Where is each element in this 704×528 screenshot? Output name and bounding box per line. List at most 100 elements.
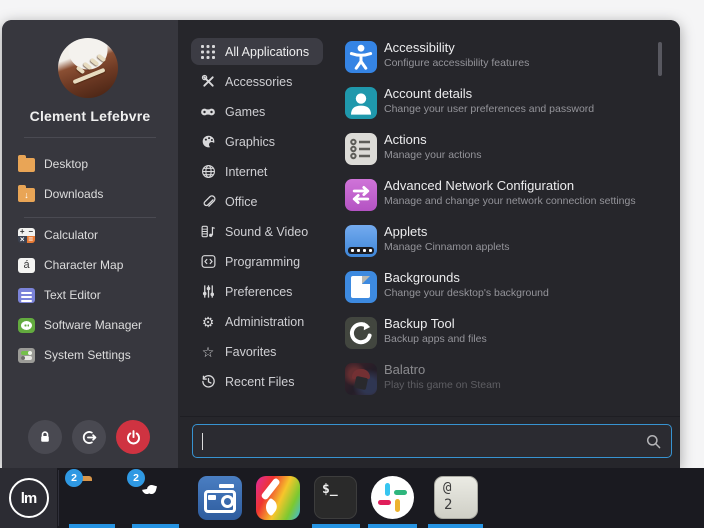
search-input[interactable] [192, 424, 672, 458]
category-label: Graphics [225, 135, 275, 149]
files-running-indicator [69, 524, 115, 528]
files-badge: 2 [65, 469, 83, 487]
category-label: Internet [225, 165, 267, 179]
app-list-scrollbar[interactable] [658, 42, 662, 76]
user-avatar[interactable] [58, 38, 118, 98]
text-caret [202, 433, 203, 450]
app-subtitle: Configure accessibility features [384, 57, 529, 69]
category-administration[interactable]: ⚙ Administration [191, 308, 323, 335]
category-label: Office [225, 195, 257, 209]
lock-screen-button[interactable] [28, 420, 62, 454]
slack-running-indicator [368, 524, 417, 528]
star-icon: ☆ [200, 344, 216, 360]
accessibility-icon [345, 41, 377, 73]
code-icon [200, 254, 216, 270]
backgrounds-icon [345, 271, 377, 303]
category-label: Recent Files [225, 375, 294, 389]
category-graphics[interactable]: Graphics [191, 128, 323, 155]
app-row-applets[interactable]: Applets Manage Cinnamon applets [338, 220, 658, 262]
app-subtitle: Change your desktop's background [384, 287, 549, 299]
sidebar-item-desktop[interactable]: Desktop [18, 154, 88, 174]
sidebar-item-character-map[interactable]: á Character Map [18, 255, 123, 275]
taskbar-item-characters[interactable]: @ 2 [434, 476, 478, 519]
app-title: Balatro [384, 362, 425, 377]
category-office[interactable]: Office [191, 188, 323, 215]
calculator-icon: +−×= [18, 227, 35, 244]
app-row-balatro[interactable]: Balatro Play this game on Steam [338, 358, 658, 400]
app-subtitle: Manage your actions [384, 149, 481, 161]
taskbar-item-slack[interactable] [371, 476, 414, 519]
firefox-running-indicator [132, 524, 179, 528]
mint-logo-icon: lm [9, 478, 49, 518]
app-row-advanced-network-configuration[interactable]: Advanced Network Configuration Manage an… [338, 174, 658, 216]
category-programming[interactable]: Programming [191, 248, 323, 275]
account-icon [345, 87, 377, 119]
sidebar-item-calculator[interactable]: +−×= Calculator [18, 225, 98, 245]
at-glyph: @ [443, 480, 451, 496]
grid-icon [200, 44, 216, 60]
sidebar-item-label: Text Editor [44, 288, 101, 302]
taskbar-separator [58, 470, 59, 526]
logout-icon [81, 429, 98, 446]
category-internet[interactable]: Internet [191, 158, 323, 185]
category-games[interactable]: Games [191, 98, 323, 125]
sidebar-item-downloads[interactable]: ↓ Downloads [18, 184, 103, 204]
film-note-icon [200, 224, 216, 240]
terminal-prompt: $_ [322, 482, 338, 497]
count-glyph: 2 [444, 497, 452, 513]
user-name: Clement Lefebvre [2, 108, 178, 124]
app-title: Actions [384, 132, 427, 147]
app-row-accessibility[interactable]: Accessibility Configure accessibility fe… [338, 36, 658, 78]
text-editor-icon [18, 287, 35, 304]
palette-icon [200, 134, 216, 150]
category-sound-video[interactable]: Sound & Video [191, 218, 323, 245]
sidebar-item-label: Desktop [44, 157, 88, 171]
folder-icon [18, 156, 35, 173]
app-row-backup-tool[interactable]: Backup Tool Backup apps and files [338, 312, 658, 354]
category-label: Administration [225, 315, 304, 329]
taskbar-item-screenshot[interactable] [198, 476, 242, 520]
terminal-icon: $_ [314, 476, 357, 519]
sidebar-item-text-editor[interactable]: Text Editor [18, 285, 101, 305]
sidebar-divider [24, 137, 156, 138]
app-title: Advanced Network Configuration [384, 178, 574, 193]
category-label: Favorites [225, 345, 276, 359]
history-icon [200, 374, 216, 390]
app-subtitle: Backup apps and files [384, 333, 487, 345]
category-label: Programming [225, 255, 300, 269]
sidebar-item-software-manager[interactable]: Software Manager [18, 315, 142, 335]
category-recent-files[interactable]: Recent Files [191, 368, 323, 395]
app-row-account-details[interactable]: Account details Change your user prefere… [338, 82, 658, 124]
app-title: Applets [384, 224, 427, 239]
software-manager-icon [18, 317, 35, 334]
taskbar-panel: lm 2 2 $ [0, 468, 704, 528]
app-row-actions[interactable]: Actions Manage your actions [338, 128, 658, 170]
power-icon [125, 429, 142, 446]
logout-button[interactable] [72, 420, 106, 454]
at-symbol-icon: @ 2 [434, 476, 478, 519]
category-all-applications[interactable]: All Applications [191, 38, 323, 65]
category-accessories[interactable]: Accessories [191, 68, 323, 95]
app-subtitle: Manage and change your network connectio… [384, 195, 636, 207]
sidebar-item-system-settings[interactable]: System Settings [18, 345, 131, 365]
network-arrows-icon [345, 179, 377, 211]
shutdown-button[interactable] [116, 420, 150, 454]
app-title: Backgrounds [384, 270, 460, 285]
balatro-icon [345, 363, 377, 395]
sidebar-item-label: Downloads [44, 187, 103, 201]
category-favorites[interactable]: ☆ Favorites [191, 338, 323, 365]
gamepad-icon [200, 104, 216, 120]
taskbar-item-terminal[interactable]: $_ [314, 476, 357, 519]
category-preferences[interactable]: Preferences [191, 278, 323, 305]
app-subtitle: Manage Cinnamon applets [384, 241, 510, 253]
menu-button[interactable]: lm [0, 468, 57, 528]
app-subtitle: Change your user preferences and passwor… [384, 103, 594, 115]
slack-icon [371, 476, 414, 519]
app-row-backgrounds[interactable]: Backgrounds Change your desktop's backgr… [338, 266, 658, 308]
taskbar-item-drawing[interactable] [256, 476, 300, 520]
characters-running-indicator [428, 524, 483, 528]
magnifier-icon [646, 434, 662, 450]
gear-icon: ⚙ [200, 314, 216, 330]
mint-logo-text: lm [21, 490, 37, 507]
app-title: Backup Tool [384, 316, 455, 331]
